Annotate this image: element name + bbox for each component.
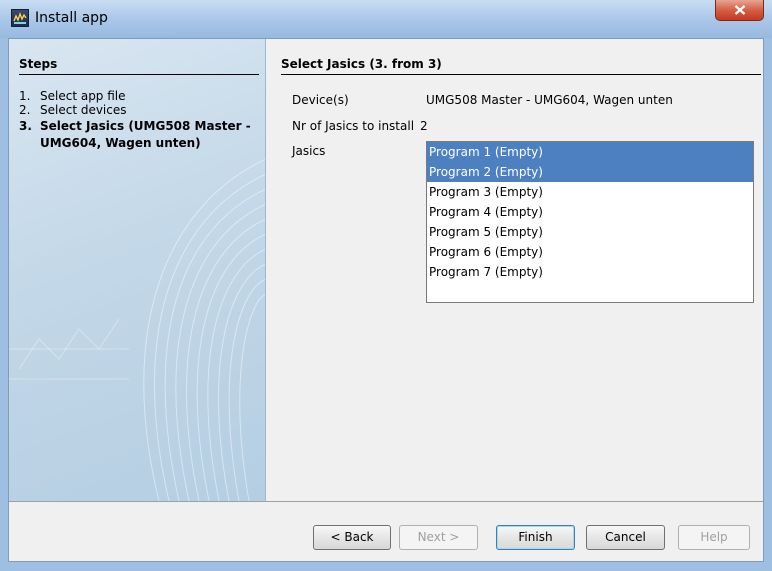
steps-title: Steps (19, 57, 58, 71)
back-button[interactable]: < Back (313, 525, 391, 550)
jasics-list-item[interactable]: Program 4 (Empty) (427, 202, 753, 222)
steps-divider (19, 74, 259, 75)
close-button[interactable] (715, 0, 764, 21)
device-value: UMG508 Master - UMG604, Wagen unten (426, 93, 673, 107)
finish-button[interactable]: Finish (496, 525, 575, 550)
step-item: 3. Select Jasics (UMG508 Master - UMG604,… (19, 118, 259, 152)
jasics-list-item[interactable]: Program 5 (Empty) (427, 222, 753, 242)
content-title: Select Jasics (3. from 3) (281, 57, 442, 71)
cancel-button[interactable]: Cancel (586, 525, 665, 550)
jasics-list-item[interactable]: Program 1 (Empty) (427, 142, 753, 162)
device-label: Device(s) (292, 93, 349, 107)
step-item: 1. Select app file (19, 89, 259, 103)
step-label: Select Jasics (UMG508 Master - UMG604, W… (40, 119, 251, 150)
step-label: Select devices (40, 103, 127, 117)
content-divider (281, 74, 761, 75)
next-button[interactable]: Next > (399, 525, 478, 550)
app-logo-icon (11, 9, 29, 27)
step-number: 3. (19, 119, 32, 133)
jasics-list-item[interactable]: Program 2 (Empty) (427, 162, 753, 182)
step-number: 1. (19, 89, 31, 103)
jasics-list-item[interactable]: Program 3 (Empty) (427, 182, 753, 202)
steps-panel: Steps 1. Select app file 2. Select devices 3… (9, 39, 266, 501)
dialog-client-area: Steps 1. Select app file 2. Select devices 3… (8, 38, 764, 562)
content-panel: Select Jasics (3. from 3) Device(s) UMG5… (266, 39, 763, 501)
jasics-list-item[interactable]: Program 7 (Empty) (427, 262, 753, 282)
steps-list: 1. Select app file 2. Select devices 3. Selec… (19, 89, 259, 152)
nr-jasics-value: 2 (420, 119, 428, 133)
install-app-window: Install app Steps 1. Select app file 2. … (0, 0, 772, 571)
step-item: 2. Select devices (19, 103, 259, 117)
title-bar[interactable]: Install app (0, 0, 772, 38)
step-number: 2. (19, 103, 31, 117)
window-title: Install app (35, 10, 108, 26)
help-button[interactable]: Help (678, 525, 750, 550)
step-label: Select app file (40, 89, 126, 103)
jasics-label: Jasics (292, 144, 326, 158)
nr-jasics-label: Nr of Jasics to install (292, 119, 415, 133)
button-bar-separator (9, 501, 763, 502)
jasics-list[interactable]: Program 1 (Empty) Program 2 (Empty) Progra… (426, 141, 754, 303)
jasics-list-item[interactable]: Program 6 (Empty) (427, 242, 753, 262)
close-icon (734, 5, 745, 15)
